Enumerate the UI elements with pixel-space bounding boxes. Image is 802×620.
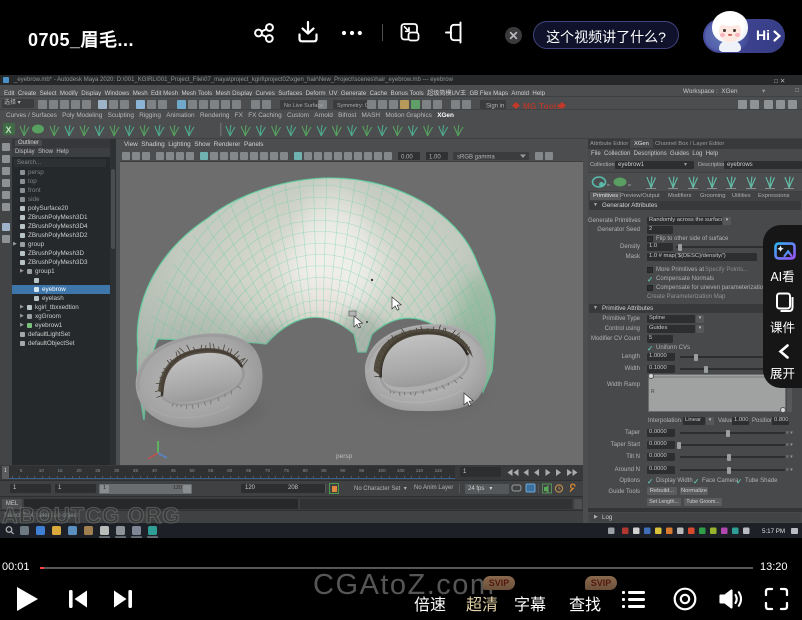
svg-text:No Live Surface: No Live Surface (284, 103, 323, 109)
svg-text:Sign in: Sign in (486, 103, 504, 109)
svg-text:1.00: 1.00 (429, 155, 441, 161)
svg-text:persp: persp (336, 453, 353, 460)
svg-text:X: X (6, 125, 12, 135)
svg-text:0.00: 0.00 (401, 155, 413, 161)
svg-text:sRGB gamma: sRGB gamma (457, 155, 495, 161)
